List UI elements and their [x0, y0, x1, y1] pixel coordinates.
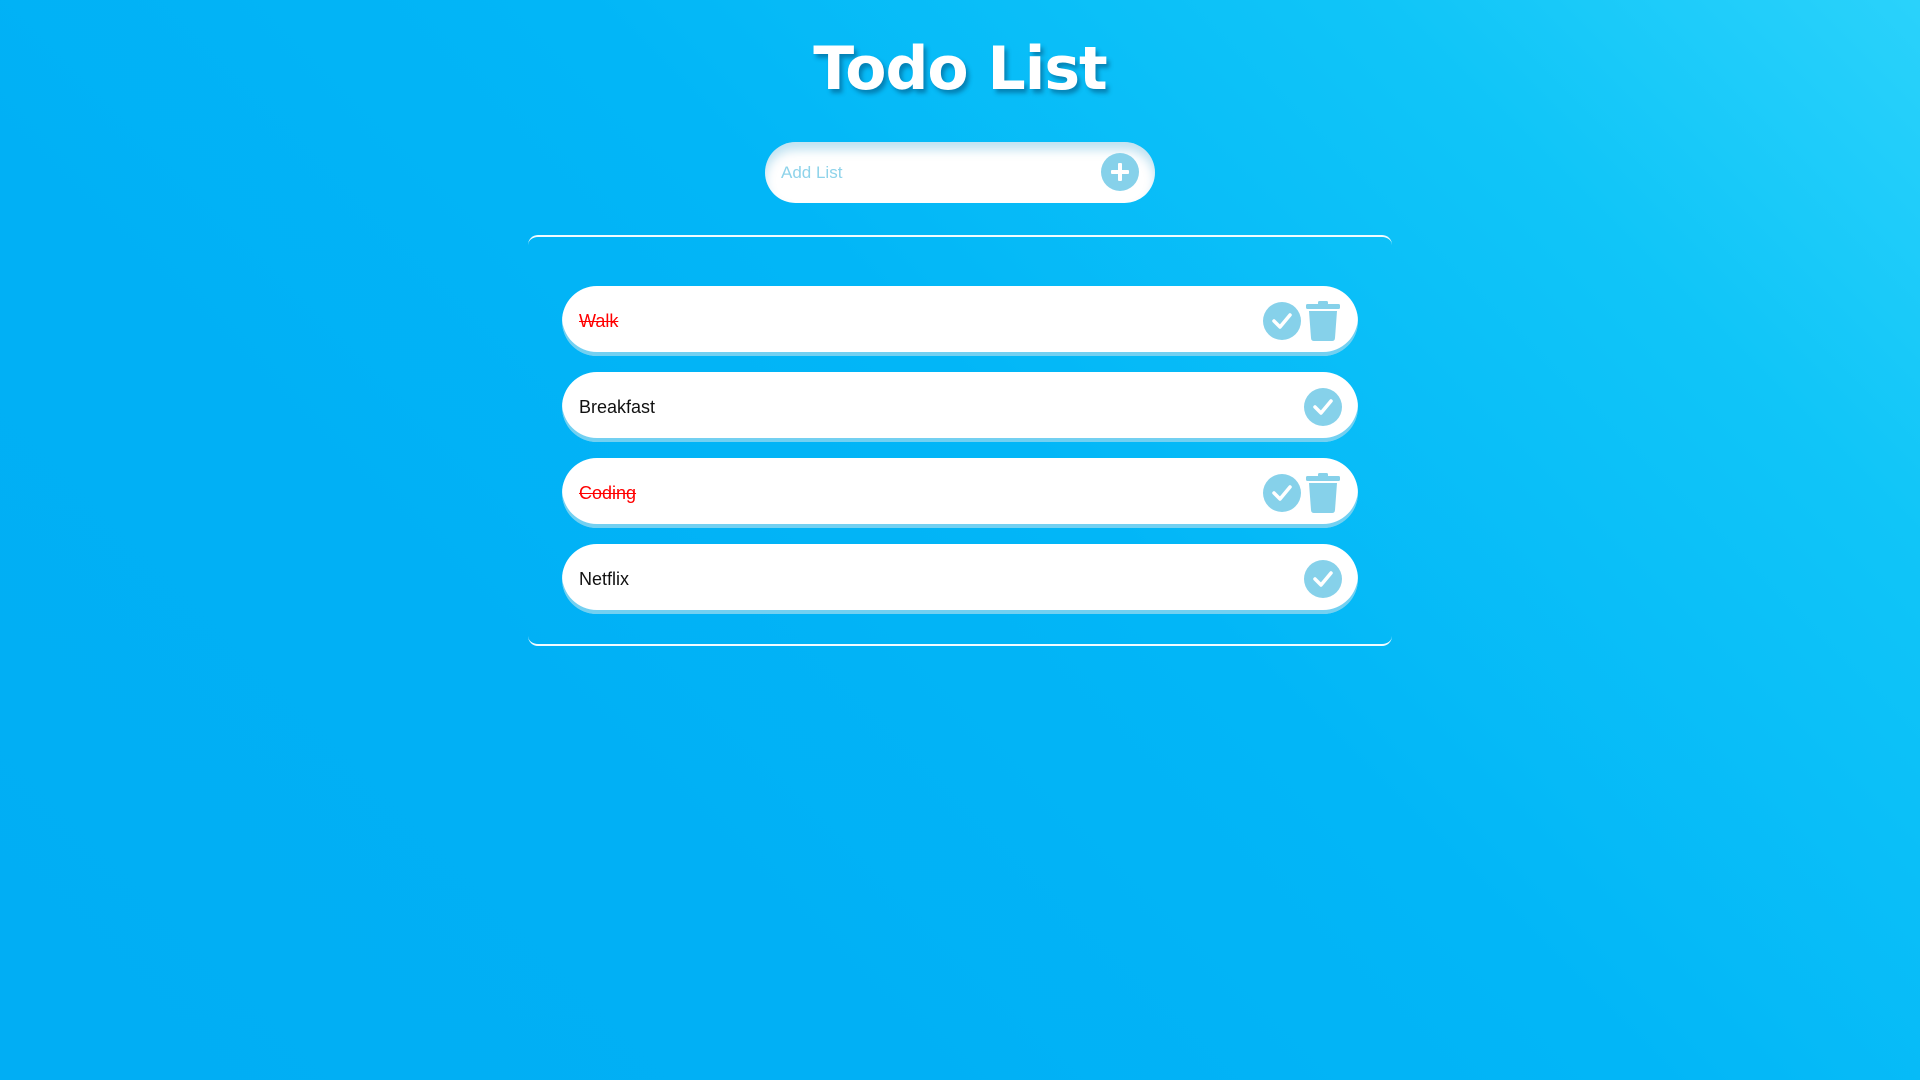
- add-button[interactable]: [1101, 153, 1139, 191]
- check-icon: [1313, 399, 1333, 415]
- add-list-form: [765, 142, 1155, 203]
- todo-item-breakfast: Breakfast: [562, 372, 1358, 442]
- todo-text: Coding: [579, 483, 637, 503]
- complete-button[interactable]: [1304, 560, 1342, 598]
- complete-button[interactable]: [1304, 388, 1342, 426]
- complete-button[interactable]: [1263, 474, 1301, 512]
- todo-text: Breakfast: [579, 397, 656, 417]
- add-list-input[interactable]: [781, 142, 1081, 203]
- delete-button[interactable]: [1305, 301, 1341, 341]
- page-title: Todo List: [813, 34, 1107, 104]
- check-icon: [1272, 313, 1292, 329]
- todo-list-panel: Walk Breakfast Coding Netflix: [528, 235, 1392, 646]
- todo-item-coding: Coding: [562, 458, 1358, 528]
- check-icon: [1313, 571, 1333, 587]
- todo-item-walk: Walk: [562, 286, 1358, 356]
- todo-text: Walk: [579, 311, 619, 331]
- trash-icon: [1306, 301, 1340, 341]
- todo-text: Netflix: [579, 569, 630, 589]
- complete-button[interactable]: [1263, 302, 1301, 340]
- trash-icon: [1306, 473, 1340, 513]
- todo-item-netflix: Netflix: [562, 544, 1358, 614]
- check-icon: [1272, 485, 1292, 501]
- delete-button[interactable]: [1305, 473, 1341, 513]
